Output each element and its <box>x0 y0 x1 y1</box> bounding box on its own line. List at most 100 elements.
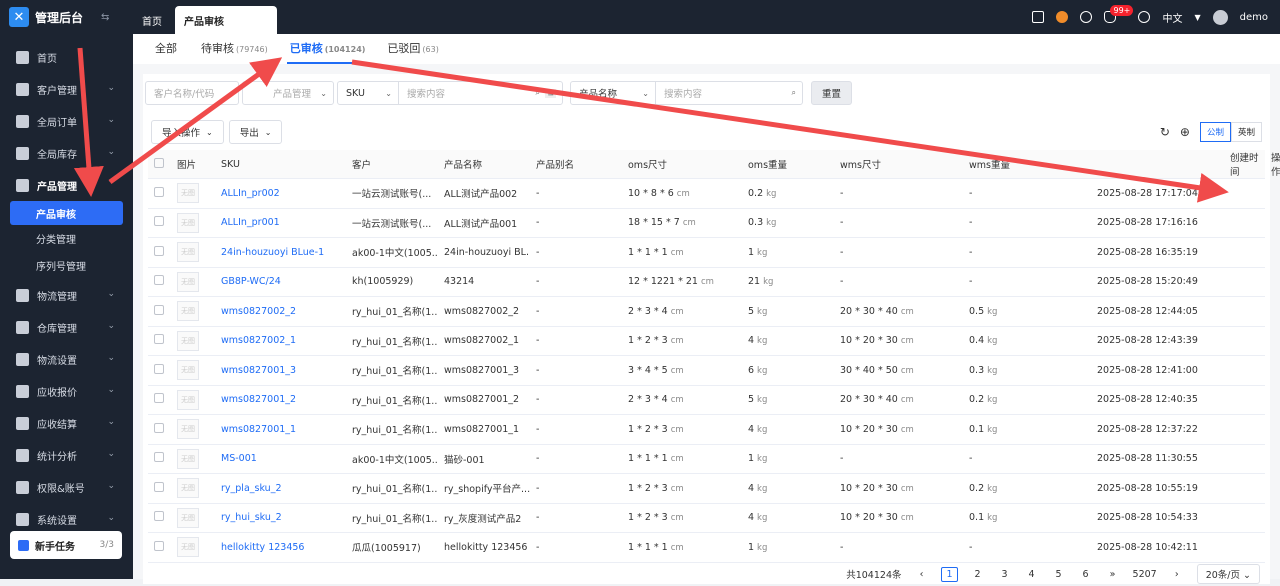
sidebar-item-11[interactable]: 权限&账号 ⌄ <box>0 471 133 503</box>
created-time-cell: 2025-08-28 12:41:00 <box>1091 355 1224 386</box>
wms-dim-cell: 20 * 30 * 40 cm <box>834 296 963 327</box>
row-checkbox[interactable] <box>154 186 164 197</box>
search-icon[interactable]: ⌕ <box>792 88 796 98</box>
sidebar-subitem-1[interactable]: 分类管理 <box>0 225 133 252</box>
import-button[interactable]: 导入操作 ⌄ <box>151 120 224 144</box>
sku-link[interactable]: wms0827001_1 <box>221 424 296 435</box>
collapse-icon[interactable]: ⇆ <box>101 12 109 23</box>
name-field-select[interactable]: 产品名称 ⌄ <box>570 81 656 105</box>
sidebar-item-1[interactable]: 客户管理 ⌄ <box>0 73 133 105</box>
row-checkbox[interactable] <box>154 275 164 286</box>
row-checkbox[interactable] <box>154 481 164 492</box>
sku-link[interactable]: wms0827002_1 <box>221 335 296 346</box>
wms-dim-cell: 10 * 20 * 30 cm <box>834 326 963 356</box>
tab-product-review[interactable]: 产品审核 <box>175 6 277 34</box>
page-button[interactable]: 6 <box>1079 569 1093 580</box>
sidebar-subitem-2[interactable]: 序列号管理 <box>0 252 133 279</box>
row-checkbox[interactable] <box>154 540 164 551</box>
page-size-select[interactable]: 20条/页 ⌄ <box>1196 564 1260 584</box>
oms-weight-cell-unit: kg <box>766 188 777 199</box>
sidebar-item-3[interactable]: 全局库存 ⌄ <box>0 137 133 169</box>
metric-button[interactable]: 公制 <box>1199 122 1231 142</box>
plugin-icon[interactable] <box>1056 11 1069 23</box>
next-page-icon[interactable]: › <box>1170 569 1184 580</box>
sku-link[interactable]: ry_hui_sku_2 <box>221 512 282 523</box>
product-category-select[interactable]: 产品管理 ⌄ <box>242 81 334 105</box>
select-all-checkbox[interactable] <box>154 157 164 168</box>
row-checkbox[interactable] <box>154 393 164 404</box>
page-button[interactable]: 5207 <box>1133 569 1157 580</box>
export-button[interactable]: 导出 ⌄ <box>228 120 283 144</box>
notification[interactable]: 99+ <box>1104 5 1134 23</box>
sidebar-item-7[interactable]: 物流设置 ⌄ <box>0 343 133 375</box>
sku-link[interactable]: MS-001 <box>221 453 257 464</box>
chevron-down-icon: ⌄ <box>107 449 115 459</box>
status-tab-0[interactable]: 全部 <box>144 40 190 64</box>
row-checkbox[interactable] <box>154 304 164 315</box>
sidebar-item-5[interactable]: 物流管理 ⌄ <box>0 279 133 311</box>
row-checkbox[interactable] <box>154 363 164 374</box>
sidebar-item-label: 应收结算 <box>37 419 77 431</box>
product-image: 无图 <box>177 360 199 381</box>
row-checkbox[interactable] <box>154 452 164 463</box>
menu-icon <box>16 114 29 128</box>
page-button[interactable]: » <box>1106 569 1120 580</box>
page-button[interactable]: 3 <box>998 569 1012 580</box>
refresh-icon[interactable]: ↻ <box>1160 125 1170 139</box>
tab-home[interactable]: 首页 <box>133 6 171 34</box>
sidebar-item-10[interactable]: 统计分析 ⌄ <box>0 439 133 471</box>
sidebar-item-2[interactable]: 全局订单 ⌄ <box>0 105 133 137</box>
onboarding-task-button[interactable]: 新手任务 3/3 <box>10 531 122 559</box>
sidebar-item-4[interactable]: 产品管理 ⌃ <box>0 169 133 201</box>
page-button[interactable]: 4 <box>1025 569 1039 580</box>
status-tab-1[interactable]: 待审核 (79746) <box>190 40 279 64</box>
page-button[interactable]: 2 <box>971 569 985 580</box>
sku-cell: GB8P-WC/24 <box>215 267 346 297</box>
sidebar-item-9[interactable]: 应收结算 ⌄ <box>0 407 133 439</box>
language-select[interactable]: 中文 <box>1162 10 1182 25</box>
list-icon[interactable]: ≡ <box>545 88 556 98</box>
status-tab-3[interactable]: 已驳回 (63) <box>376 40 449 64</box>
row-checkbox[interactable] <box>154 511 164 522</box>
status-tab-2[interactable]: 已审核 (104124) <box>279 40 377 64</box>
search-icon[interactable]: ⌕ <box>536 88 540 98</box>
sku-link[interactable]: wms0827001_3 <box>221 365 296 376</box>
sidebar-item-6[interactable]: 仓库管理 ⌄ <box>0 311 133 343</box>
row-checkbox[interactable] <box>154 216 164 227</box>
sku-link[interactable]: 24in-houzuoyi BLue-1 <box>221 247 324 258</box>
reset-button[interactable]: 重置 <box>811 81 853 105</box>
page-button[interactable]: 5 <box>1052 569 1066 580</box>
sku-link[interactable]: GB8P-WC/24 <box>221 276 281 287</box>
download-icon[interactable] <box>1080 11 1093 23</box>
imperial-button[interactable]: 英制 <box>1230 122 1262 142</box>
customer-select[interactable]: 客户名称/代码 ⌄ <box>145 81 239 105</box>
sku-link[interactable]: wms0827001_2 <box>221 394 296 405</box>
help-icon[interactable] <box>1138 11 1151 23</box>
name-cell: ALL测试产品002 <box>438 178 530 209</box>
wms-dim-cell: 10 * 20 * 30 cm <box>834 414 963 445</box>
chevron-down-icon: ⌄ <box>107 321 115 331</box>
sidebar-item-0[interactable]: 首页 <box>0 41 133 73</box>
name-search-input[interactable]: 搜索内容 ⌕ <box>655 81 803 105</box>
product-image: 无图 <box>177 537 199 558</box>
prev-page-icon[interactable]: ‹ <box>914 569 928 580</box>
row-checkbox[interactable] <box>154 245 164 256</box>
zoom-icon[interactable]: ⊕ <box>1180 125 1190 139</box>
wms-dim-cell: - <box>834 208 963 238</box>
sidebar-subitem-0[interactable]: 产品审核 <box>10 201 123 225</box>
sku-field-select[interactable]: SKU ⌄ <box>337 81 399 105</box>
message-icon[interactable] <box>1032 11 1045 23</box>
row-checkbox[interactable] <box>154 334 164 345</box>
avatar[interactable] <box>1212 9 1228 25</box>
sku-link[interactable]: ALLIn_pr002 <box>221 188 280 199</box>
user-name[interactable]: demo <box>1240 12 1268 23</box>
sku-link[interactable]: ALLIn_pr001 <box>221 217 280 228</box>
sku-link[interactable]: ry_pla_sku_2 <box>221 483 282 494</box>
sidebar-item-8[interactable]: 应收报价 ⌄ <box>0 375 133 407</box>
sku-search-input[interactable]: 搜索内容 ⌕ ≡ <box>398 81 563 105</box>
row-checkbox[interactable] <box>154 422 164 433</box>
page-button[interactable]: 1 <box>941 566 958 582</box>
spacer-cell <box>1224 503 1265 533</box>
sku-link[interactable]: hellokitty 123456 <box>221 542 304 553</box>
sku-link[interactable]: wms0827002_2 <box>221 306 296 317</box>
